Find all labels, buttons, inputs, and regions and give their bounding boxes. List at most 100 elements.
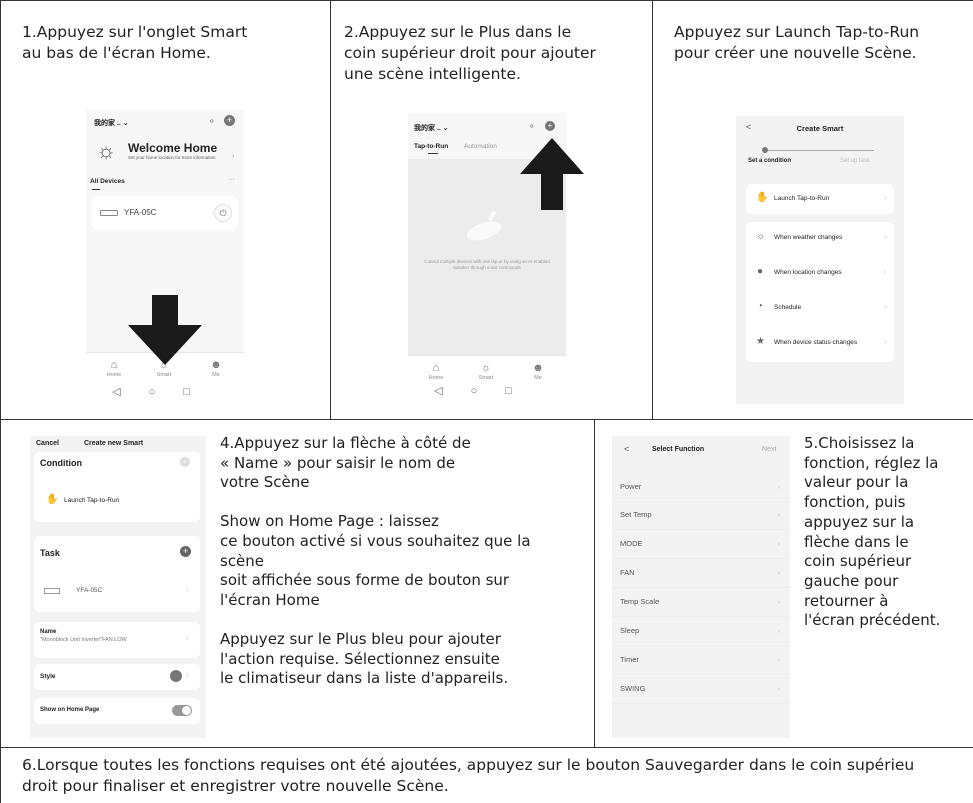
nav-smart-label: Smart — [156, 372, 172, 378]
ac-icon — [100, 210, 118, 216]
nav-smart[interactable]: ☼ Smart — [466, 362, 506, 381]
step6-caption: 6.Lorsque toutes les fonctions requises … — [22, 756, 915, 795]
clock-icon: ◔ — [757, 301, 764, 312]
nav-me[interactable]: ☻ Me — [518, 362, 558, 381]
function-sleep[interactable]: Sleep › — [612, 616, 790, 646]
add-condition-icon[interactable]: + — [180, 457, 190, 467]
show-home-toggle[interactable] — [172, 705, 192, 716]
condition-section: Condition + ✋ Launch Tap-to-Run — [34, 452, 200, 522]
option-device-status[interactable]: ★ When device status changes › — [746, 327, 894, 359]
function-temp-scale[interactable]: Temp Scale › — [612, 587, 790, 617]
divider — [652, 0, 653, 420]
screen-title: Select Function — [652, 446, 705, 453]
all-devices-label: All Devices — [90, 178, 125, 185]
divider — [0, 0, 1, 803]
chevron-right-icon: › — [777, 597, 781, 606]
device-status-icon: ★ — [756, 336, 765, 347]
divider — [0, 0, 973, 1]
name-label: Name — [40, 629, 57, 635]
chevron-right-icon: › — [777, 510, 781, 519]
screen-title: Create new Smart — [84, 440, 144, 447]
me-icon: ☻ — [532, 362, 544, 374]
function-label: SWING — [620, 684, 646, 693]
option-label: When device status changes — [774, 339, 858, 346]
chevron-right-icon[interactable]: › — [186, 585, 189, 594]
chevron-right-icon: › — [777, 655, 781, 664]
divider — [594, 420, 595, 748]
add-icon[interactable]: + — [545, 121, 555, 131]
function-fan[interactable]: FAN › — [612, 558, 790, 588]
option-label: Schedule — [774, 304, 802, 311]
next-button[interactable]: Next — [762, 446, 776, 453]
progress-line — [764, 150, 874, 151]
me-icon: ☻ — [210, 359, 222, 371]
task-heading: Task — [40, 548, 60, 558]
condition-item[interactable]: Launch Tap-to-Run — [64, 497, 119, 504]
home-name[interactable]: 我的家 .. ⌄ — [94, 118, 129, 128]
chevron-right-icon[interactable]: › — [186, 634, 189, 643]
add-icon[interactable]: + — [224, 115, 235, 126]
option-weather[interactable]: ☼ When weather changes › — [746, 222, 894, 254]
function-timer[interactable]: Timer › — [612, 645, 790, 675]
function-label: Sleep — [620, 626, 640, 635]
nav-home-label: Home — [106, 372, 122, 378]
chevron-right-icon: › — [777, 626, 781, 635]
chevron-right-icon[interactable]: › — [186, 670, 189, 679]
options-group: ☼ When weather changes › ● When location… — [746, 222, 894, 362]
nav-home[interactable]: ⌂ Home — [416, 362, 456, 381]
function-label: Power — [620, 482, 642, 491]
nav-me-label: Me — [534, 375, 542, 381]
nav-me[interactable]: ☻ Me — [196, 359, 236, 378]
function-swing[interactable]: SWING › — [612, 674, 790, 704]
option-schedule[interactable]: ◔ Schedule › — [746, 292, 894, 324]
hand-icon: ✋ — [756, 192, 769, 203]
tab-underline — [92, 189, 100, 190]
device-card[interactable]: YFA-05C ⏻ — [92, 196, 238, 230]
ac-icon — [44, 588, 60, 594]
sun-icon: ☼ — [96, 138, 117, 163]
chevron-right-icon: › — [777, 568, 781, 577]
function-power[interactable]: Power › — [612, 472, 790, 502]
add-task-icon[interactable]: + — [180, 546, 191, 557]
option-launch-tap-to-run[interactable]: ✋ Launch Tap-to-Run › — [746, 184, 894, 214]
function-list: Power › Set Temp › MODE › FAN › Temp Scale › … — [612, 472, 790, 704]
function-label: Timer — [620, 655, 639, 664]
chevron-right-icon: › — [777, 482, 781, 491]
empty-text: Control multiple devices with one tap or… — [424, 259, 550, 270]
more-icon[interactable]: ··· — [228, 176, 235, 183]
power-icon[interactable]: ⏻ — [214, 204, 232, 222]
sun-icon: ☼ — [756, 231, 766, 242]
tab-underline — [428, 153, 438, 154]
tab-automation[interactable]: Automation — [464, 143, 497, 150]
step4-caption: 4.Appuyez sur la flèche à côté de « Name… — [220, 434, 531, 688]
progress-dot — [762, 147, 768, 153]
option-label: Launch Tap-to-Run — [774, 195, 830, 202]
divider — [0, 419, 973, 420]
welcome-title: Welcome Home — [128, 141, 218, 155]
location-icon: ● — [757, 266, 764, 277]
screenshot-create-new-smart: Cancel Create new Smart Condition + ✋ La… — [30, 436, 206, 738]
task-item[interactable]: YFA-05C — [76, 587, 102, 594]
show-home-label: Show on Home Page — [40, 707, 100, 713]
arrow-up-icon — [520, 138, 584, 210]
chevron-right-icon[interactable]: › — [232, 153, 234, 160]
divider — [0, 747, 973, 748]
style-row[interactable]: Style › — [34, 664, 200, 690]
function-set-temp[interactable]: Set Temp › — [612, 500, 790, 530]
name-row[interactable]: Name "Monoblock Unit Inverter"FAN:LOW › — [34, 622, 200, 658]
cancel-button[interactable]: Cancel — [36, 440, 59, 447]
style-swatch-icon[interactable] — [170, 670, 182, 682]
tab-tap-to-run[interactable]: Tap-to-Run — [414, 143, 448, 150]
home-icon: ⌂ — [432, 362, 440, 374]
option-label: When location changes — [774, 269, 842, 276]
mic-icon[interactable]: ⚬ — [208, 116, 216, 127]
back-icon[interactable]: < — [624, 444, 629, 454]
step3-caption: Appuyez sur Launch Tap-to-Run pour créer… — [674, 23, 920, 62]
option-location[interactable]: ● When location changes › — [746, 257, 894, 289]
mic-icon[interactable]: ⚬ — [528, 121, 536, 132]
function-mode[interactable]: MODE › — [612, 529, 790, 559]
home-name[interactable]: 我的家 .. ⌄ — [414, 123, 449, 133]
step2-label: Set up task — [840, 158, 871, 164]
chevron-right-icon: › — [884, 337, 887, 346]
screen-title: Create Smart — [796, 124, 844, 133]
